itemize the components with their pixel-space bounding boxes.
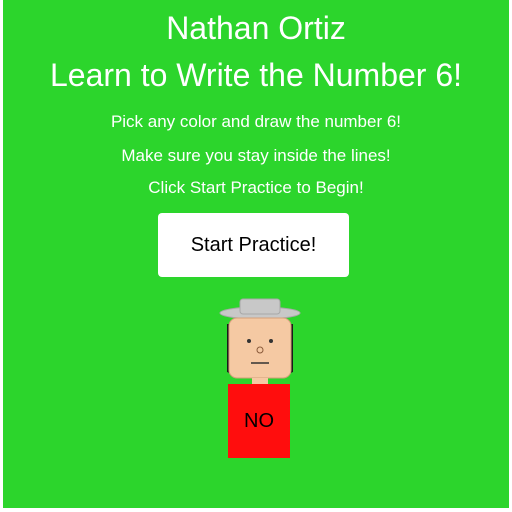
page-title: Learn to Write the Number 6! [49, 57, 463, 93]
start-practice-button[interactable]: Start Practice! [158, 213, 349, 277]
instruction-pick-color: Pick any color and draw the number 6! [110, 112, 402, 131]
left-eye [247, 339, 251, 343]
instruction-stay-inside: Make sure you stay inside the lines! [121, 146, 391, 165]
hat-crown [239, 298, 281, 315]
student-name: Nathan Ortiz [166, 10, 346, 46]
practice-screen: Nathan Ortiz Learn to Write the Number 6… [3, 0, 509, 508]
instruction-click-start: Click Start Practice to Begin! [148, 178, 364, 197]
right-eye [269, 339, 273, 343]
face [228, 317, 292, 379]
no-sign: NO [228, 384, 290, 458]
